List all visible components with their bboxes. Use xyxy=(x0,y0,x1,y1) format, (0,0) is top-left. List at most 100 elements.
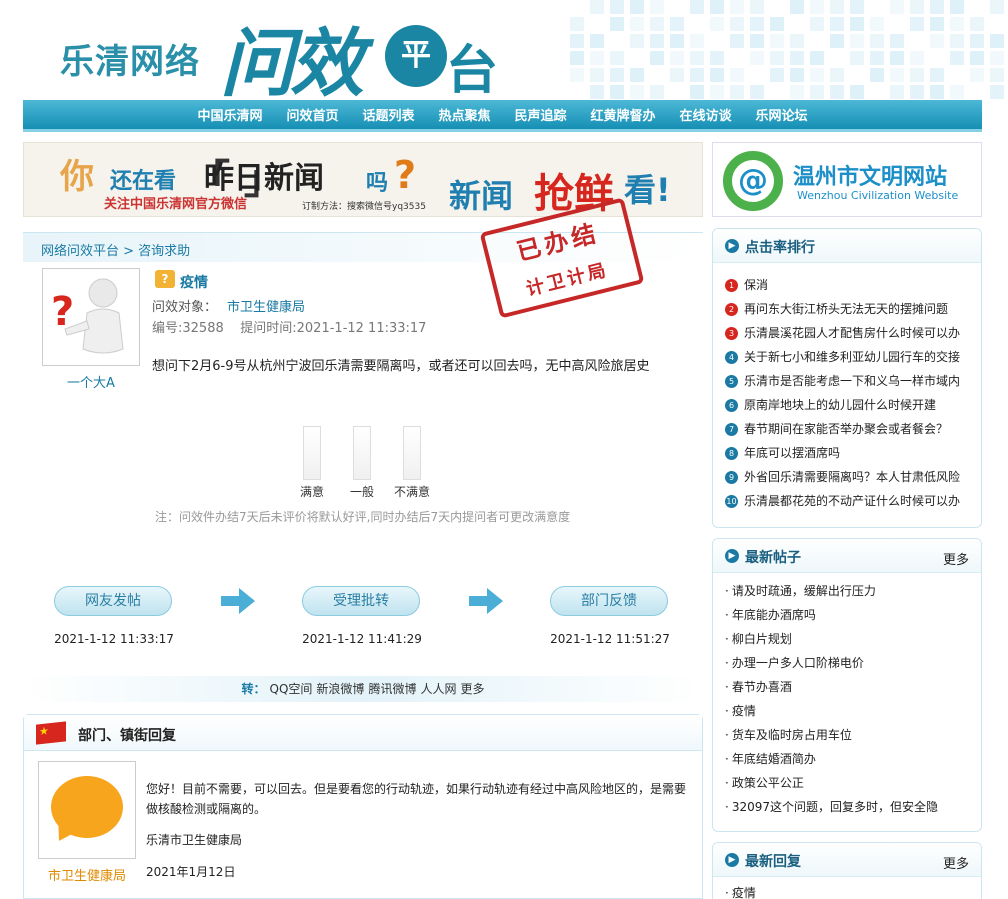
rank-item-text[interactable]: 外省回乐清需要隔离吗？本人甘肃低风险 xyxy=(744,470,960,484)
nav-item-tracking[interactable]: 民声追踪 xyxy=(515,105,567,124)
arrow-right-icon xyxy=(469,588,503,614)
rank-item[interactable]: 7 春节期间在家能否举办聚会或者餐会？ xyxy=(725,417,975,441)
header-decoration xyxy=(570,0,1008,100)
decor-square xyxy=(810,0,824,14)
decor-square xyxy=(990,85,1004,99)
rank-item-text[interactable]: 年底可以摆酒席吗 xyxy=(744,446,840,460)
share-tencent-weibo[interactable]: 腾讯微博 xyxy=(368,682,416,696)
decor-square xyxy=(790,51,804,65)
vote-label-neutral[interactable]: 一般 xyxy=(338,483,386,500)
decor-square xyxy=(930,0,944,14)
wenming-website-banner[interactable]: @ 温州市文明网站 Wenzhou Civilization Website xyxy=(712,142,982,217)
decor-square xyxy=(890,0,904,14)
reply-title: 部门、镇街回复 xyxy=(78,728,176,744)
dept-reply-panel: ★ 部门、镇街回复 市卫生健康局 您好！目前不需要，可以回去。但是要看您的行动轨… xyxy=(23,714,703,899)
vote-bar-neutral[interactable] xyxy=(353,426,371,480)
latest-post-item[interactable]: 柳白片规划 xyxy=(725,627,975,651)
decor-square xyxy=(710,17,724,31)
latest-reply-item[interactable]: 疫情 xyxy=(725,881,975,899)
latest-post-item[interactable]: 春节办喜酒 xyxy=(725,675,975,699)
nav-item-home[interactable]: 问效首页 xyxy=(286,105,338,124)
rank-item-text[interactable]: 乐清晨都花苑的不动产证什么时候可以办 xyxy=(744,494,960,508)
rank-item[interactable]: 6 原南岸地块上的幼儿园什么时候开建 xyxy=(725,393,975,417)
nav-item-forum[interactable]: 乐网论坛 xyxy=(756,105,808,124)
decor-square xyxy=(910,17,924,31)
vote-label-satisfied[interactable]: 满意 xyxy=(288,483,336,500)
step-feedback-button[interactable]: 部门反馈 xyxy=(550,586,668,616)
rank-item-text[interactable]: 原南岸地块上的幼儿园什么时候开建 xyxy=(744,398,936,412)
vote-bar-unsatisfied[interactable] xyxy=(403,426,421,480)
latest-posts-box: ▶ 最新帖子 更多 请及时疏通，缓解出行压力年底能办酒席吗柳白片规划办理一户多人… xyxy=(712,538,982,832)
decor-square xyxy=(950,85,964,99)
decor-square xyxy=(630,34,644,48)
decor-square xyxy=(870,51,884,65)
latest-post-item[interactable]: 疫情 xyxy=(725,699,975,723)
rank-item[interactable]: 2 再问东大街江桥头无法无天的摆摊问题 xyxy=(725,297,975,321)
decor-square xyxy=(930,17,944,31)
vote-note: 注：问效件办结7天后未评价将默认好评,同时办结后7天内提问者可更改满意度 xyxy=(155,510,571,524)
latest-post-item[interactable]: 年底结婚酒简办 xyxy=(725,747,975,771)
decor-square xyxy=(930,85,944,99)
decor-square xyxy=(890,68,904,82)
latest-post-item[interactable]: 请及时疏通，缓解出行压力 xyxy=(725,579,975,603)
rank-item[interactable]: 4 关于新七小和维多利亚幼儿园行车的交接 xyxy=(725,345,975,369)
decor-square xyxy=(890,85,904,99)
step-accept-button[interactable]: 受理批转 xyxy=(302,586,420,616)
rank-item[interactable]: 1 保消 xyxy=(725,273,975,297)
latest-post-item[interactable]: 政策公平公正 xyxy=(725,771,975,795)
latest-post-item[interactable]: 办理一户多人口阶梯电价 xyxy=(725,651,975,675)
logo-text-tai: 台 xyxy=(446,41,499,100)
decor-square xyxy=(730,17,744,31)
target-label: 问效对象： xyxy=(152,300,218,315)
share-sina-weibo[interactable]: 新浪微博 xyxy=(316,682,364,696)
decor-square xyxy=(850,17,864,31)
dept-name[interactable]: 市卫生健康局 xyxy=(38,865,136,884)
share-more[interactable]: 更多 xyxy=(460,682,484,696)
rank-item[interactable]: 9 外省回乐清需要隔离吗？本人甘肃低风险 xyxy=(725,465,975,489)
decor-square xyxy=(690,68,704,82)
decor-square xyxy=(730,34,744,48)
banner-follow-text: 关注中国乐清网官方微信 xyxy=(104,197,248,212)
breadcrumb[interactable]: 网络问效平台 > 咨询求助 xyxy=(41,240,190,259)
latest-replies-more[interactable]: 更多 xyxy=(943,853,969,872)
decor-square xyxy=(890,34,904,48)
rank-item-text[interactable]: 乐清晨溪花园人才配售房什么时候可以办 xyxy=(744,326,960,340)
user-name[interactable]: 一个大A xyxy=(42,372,140,391)
rank-item-text[interactable]: 春节期间在家能否举办聚会或者餐会？ xyxy=(744,422,948,436)
rank-item-text[interactable]: 保消 xyxy=(744,278,768,292)
rank-item[interactable]: 3 乐清晨溪花园人才配售房什么时候可以办 xyxy=(725,321,975,345)
target-dept-link[interactable]: 市卫生健康局 xyxy=(227,300,305,315)
decor-square xyxy=(570,34,584,48)
latest-post-item[interactable]: 32097这个问题，回复多时，但安全隐 xyxy=(725,795,975,819)
dept-avatar xyxy=(38,761,136,859)
reply-header: ★ 部门、镇街回复 xyxy=(24,715,702,751)
nav-item-supervision[interactable]: 红黄牌督办 xyxy=(591,105,656,124)
decor-square xyxy=(810,68,824,82)
vote-bar-satisfied[interactable] xyxy=(303,426,321,480)
rank-item-text[interactable]: 再问东大街江桥头无法无天的摆摊问题 xyxy=(744,302,948,316)
rank-item-text[interactable]: 乐清市是否能考虑一下和义乌一样市域内 xyxy=(744,374,960,388)
nav-item-chinayueqing[interactable]: 中国乐清网 xyxy=(197,105,262,124)
vote-label-unsatisfied[interactable]: 不满意 xyxy=(388,483,436,500)
rank-item[interactable]: 8 年底可以摆酒席吗 xyxy=(725,441,975,465)
share-qzone[interactable]: QQ空间 xyxy=(270,682,313,696)
nav-item-hotspot[interactable]: 热点聚焦 xyxy=(438,105,490,124)
rank-number-badge: 4 xyxy=(725,351,738,364)
decor-square xyxy=(650,34,664,48)
latest-post-item[interactable]: 年底能办酒席吗 xyxy=(725,603,975,627)
rank-item-text[interactable]: 关于新七小和维多利亚幼儿园行车的交接 xyxy=(744,350,960,364)
step-post-button[interactable]: 网友发帖 xyxy=(54,586,172,616)
share-renren[interactable]: 人人网 xyxy=(420,682,456,696)
decor-square xyxy=(670,34,684,48)
rank-item[interactable]: 10 乐清晨都花苑的不动产证什么时候可以办 xyxy=(725,489,975,513)
decor-square xyxy=(750,51,764,65)
banner-order-text: 订制方法：搜索微信号yq3535 xyxy=(302,202,426,212)
latest-post-item[interactable]: 货车及临时房占用车位 xyxy=(725,723,975,747)
nav-item-interview[interactable]: 在线访谈 xyxy=(680,105,732,124)
latest-posts-more[interactable]: 更多 xyxy=(943,549,969,568)
decor-square xyxy=(710,85,724,99)
rank-item[interactable]: 5 乐清市是否能考虑一下和义乌一样市域内 xyxy=(725,369,975,393)
question-meta: 编号:32588 提问时间:2021-1-12 11:33:17 xyxy=(152,321,427,336)
nav-item-topics[interactable]: 话题列表 xyxy=(362,105,414,124)
decor-square xyxy=(650,51,664,65)
